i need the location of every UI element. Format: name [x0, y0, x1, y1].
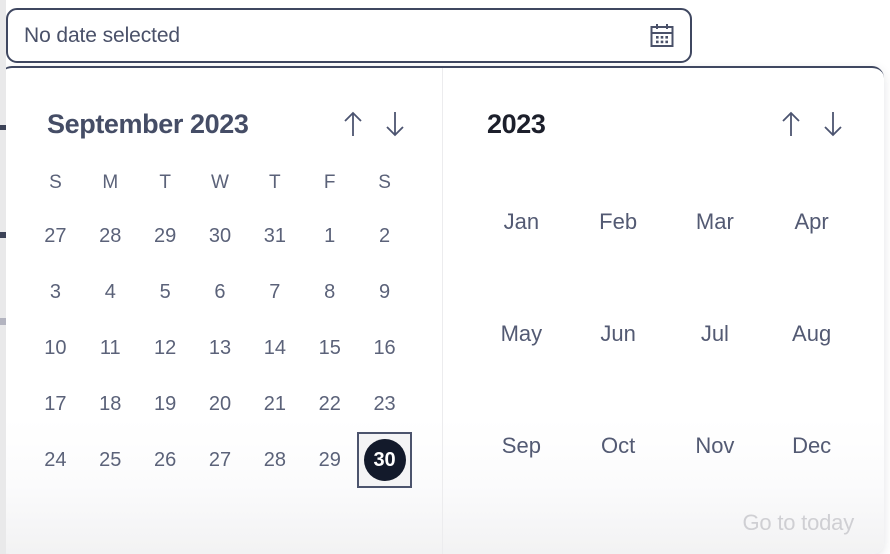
week-row: 10 11 12 13 14 15 16 [0, 320, 442, 376]
day-grid: 27 28 29 30 31 1 2 3 4 5 6 7 8 9 10 11 12 13 14 15 16 17 18 19 2… [0, 208, 442, 488]
day-cell[interactable]: 6 [193, 264, 248, 320]
date-picker-dropdown: September 2023 SMTWTFS 27 28 29 30 31 1 2 3 4 5 6 7… [0, 66, 884, 554]
day-cell[interactable]: 12 [138, 320, 193, 376]
month-cell[interactable]: Sep [473, 390, 570, 502]
month-cell[interactable]: Nov [667, 390, 764, 502]
scrollbar-thumb-segment[interactable] [0, 232, 6, 238]
month-cell[interactable]: Apr [763, 166, 860, 278]
scrollbar-thumb-segment[interactable] [0, 125, 6, 130]
day-cell[interactable]: 20 [193, 376, 248, 432]
week-row: 24 25 26 27 28 29 30 [0, 432, 442, 488]
day-cell[interactable]: 11 [83, 320, 138, 376]
month-cell[interactable]: Dec [763, 390, 860, 502]
date-input-field[interactable]: No date selected [6, 8, 692, 63]
day-cell[interactable]: 27 [28, 208, 83, 264]
day-cell[interactable]: 10 [28, 320, 83, 376]
day-cell[interactable]: 16 [357, 320, 412, 376]
day-cell[interactable]: 15 [302, 320, 357, 376]
week-row: 3456789 [0, 264, 442, 320]
month-cell[interactable]: Jan [473, 166, 570, 278]
weekday-label: S [378, 172, 391, 193]
previous-year-button[interactable] [770, 103, 812, 145]
next-year-button[interactable] [812, 103, 854, 145]
day-cell[interactable]: 3 [28, 264, 83, 320]
go-to-today-row: Go to today [742, 510, 854, 536]
day-cell[interactable]: 28 [247, 432, 302, 488]
day-panel: September 2023 SMTWTFS 27 28 29 30 31 1 2 3 4 5 6 7… [0, 68, 443, 554]
week-row: 17 18 19 20 21 22 23 [0, 376, 442, 432]
weekday-label: S [49, 172, 62, 193]
scrollbar-thumb-segment[interactable] [0, 318, 6, 325]
day-cell[interactable]: 29 [138, 208, 193, 264]
day-cell[interactable]: 5 [138, 264, 193, 320]
day-cell[interactable]: 1 [302, 208, 357, 264]
day-cell[interactable]: 26 [138, 432, 193, 488]
day-cell[interactable]: 7 [247, 264, 302, 320]
day-cell[interactable]: 19 [138, 376, 193, 432]
date-input-value[interactable]: No date selected [8, 24, 634, 48]
day-cell[interactable]: 25 [83, 432, 138, 488]
month-grid: Jan Feb Mar Apr May Jun Jul Aug Sep Oct Nov Dec [443, 152, 884, 502]
month-panel-header: 2023 [443, 96, 884, 152]
day-cell[interactable]: 2 [357, 208, 412, 264]
weekday-label: M [102, 172, 119, 193]
month-cell[interactable]: Oct [570, 390, 667, 502]
day-cell[interactable]: 31 [247, 208, 302, 264]
day-cell[interactable]: 28 [83, 208, 138, 264]
year-title: 2023 [487, 108, 546, 139]
day-cell[interactable]: 23 [357, 376, 412, 432]
day-cell[interactable]: 8 [302, 264, 357, 320]
day-cell[interactable]: 18 [83, 376, 138, 432]
selected-day-pill: 30 [363, 439, 406, 481]
day-cell[interactable]: 17 [28, 376, 83, 432]
day-cell[interactable]: 24 [28, 432, 83, 488]
day-cell[interactable]: 30 [193, 208, 248, 264]
day-cell[interactable]: 13 [193, 320, 248, 376]
day-cell[interactable]: 4 [83, 264, 138, 320]
day-cell[interactable]: 22 [302, 376, 357, 432]
month-cell[interactable]: Mar [667, 166, 764, 278]
month-cell[interactable]: Aug [763, 278, 860, 390]
month-panel: 2023 Jan Feb Mar Apr May Jun Jul Aug Sep Oct Nov De… [443, 68, 884, 554]
week-row: 27 28 29 30 31 1 2 [0, 208, 442, 264]
next-month-button[interactable] [374, 103, 416, 145]
month-year-title: September 2023 [47, 108, 249, 139]
previous-month-button[interactable] [332, 103, 374, 145]
day-cell[interactable]: 14 [247, 320, 302, 376]
day-cell[interactable]: 9 [357, 264, 412, 320]
day-cell[interactable]: 27 [193, 432, 248, 488]
weekday-label: W [211, 172, 229, 193]
month-cell[interactable]: Jun [570, 278, 667, 390]
go-to-today-button[interactable]: Go to today [742, 510, 854, 536]
weekday-label: T [159, 172, 171, 193]
month-cell[interactable]: May [473, 278, 570, 390]
page-scrollbar[interactable] [0, 0, 6, 554]
day-cell-selected[interactable]: 30 [357, 432, 412, 488]
day-cell[interactable]: 29 [302, 432, 357, 488]
weekday-header-row: SMTWTFS [0, 166, 442, 200]
day-panel-header: September 2023 [0, 96, 442, 152]
weekday-label: F [323, 172, 336, 193]
month-cell[interactable]: Jul [667, 278, 764, 390]
calendar-icon[interactable] [634, 21, 690, 51]
weekday-label: T [269, 172, 281, 193]
day-cell[interactable]: 21 [247, 376, 302, 432]
month-cell[interactable]: Feb [570, 166, 667, 278]
